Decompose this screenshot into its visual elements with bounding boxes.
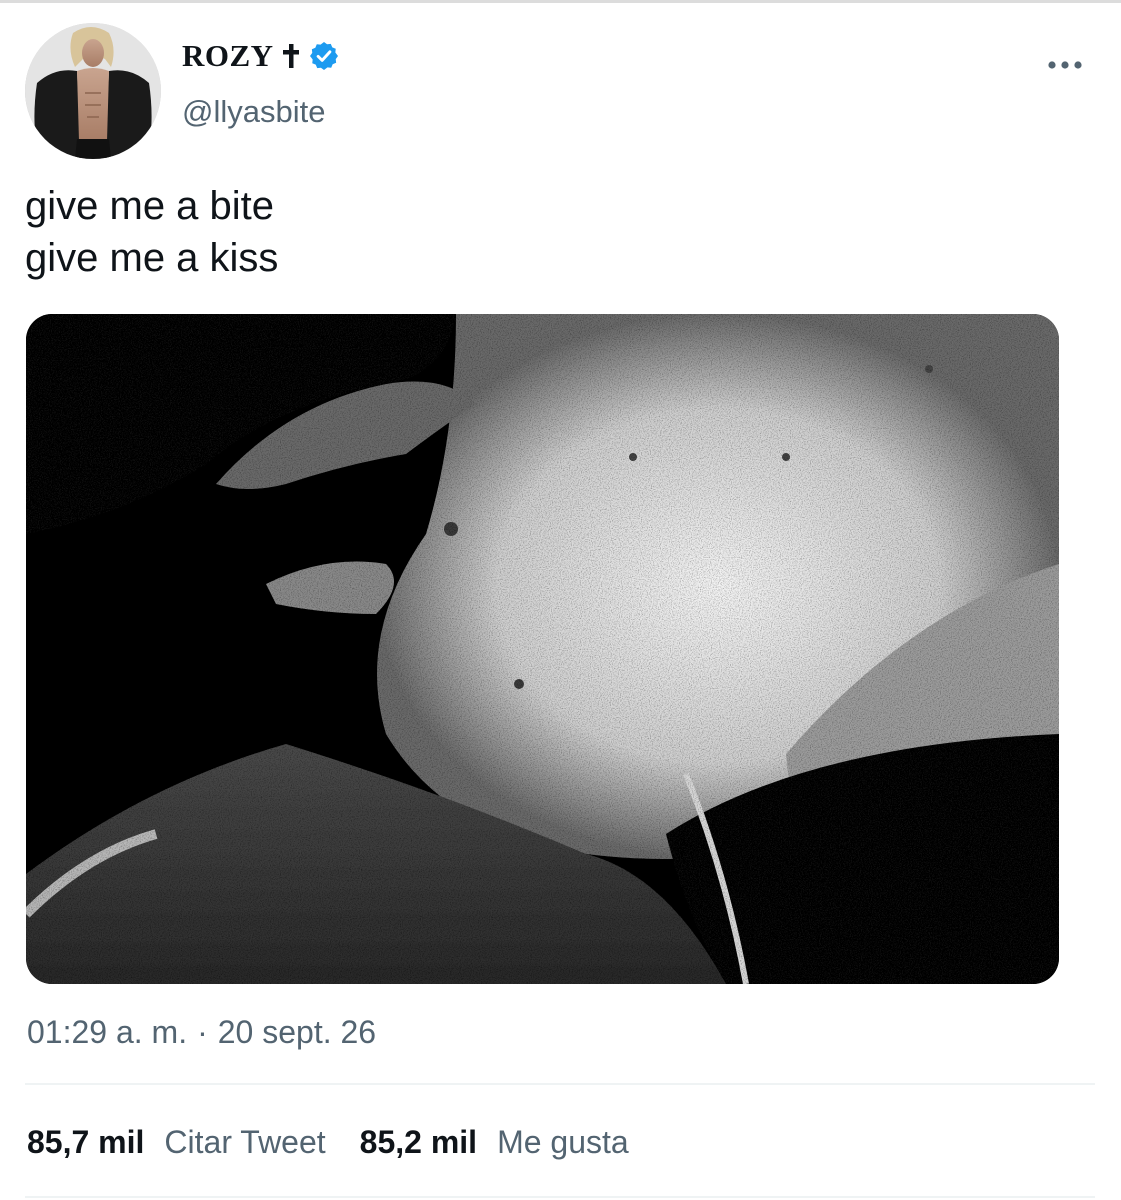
tweet-stats: 85,7 mil Citar Tweet 85,2 mil Me gusta [27,1124,629,1161]
author-name-row[interactable]: ROZY [182,34,340,78]
tweet-text: give me a bite give me a kiss [25,180,278,284]
tweet-media-image[interactable] [26,314,1059,984]
quote-tweets-count: 85,7 mil [27,1124,145,1160]
tweet-text-line: give me a kiss [25,236,279,280]
quote-tweets-label: Citar Tweet [164,1124,326,1160]
tweet-timestamp[interactable]: 01:29 a. m. · 20 sept. 26 [27,1014,376,1051]
likes-stat[interactable]: 85,2 mil Me gusta [360,1124,629,1161]
likes-count: 85,2 mil [359,1124,478,1160]
likes-label: Me gusta [497,1124,629,1160]
tweet-time[interactable]: 01:29 a. m. [27,1014,187,1051]
divider [25,1196,1095,1198]
latin-cross-icon [282,43,300,69]
top-border [0,0,1121,3]
display-name[interactable]: ROZY [182,38,274,74]
avatar[interactable] [25,23,161,159]
divider [25,1083,1095,1085]
more-options-button[interactable] [1040,50,1090,80]
verified-badge-icon [308,40,340,72]
tweet-text-line: give me a bite [25,184,275,228]
avatar-photo [25,23,161,159]
quote-tweets-stat[interactable]: 85,7 mil Citar Tweet [27,1124,326,1161]
ellipsis-icon [1048,61,1082,69]
timestamp-separator: · [197,1014,208,1050]
media-photo [26,314,1059,984]
tweet-date[interactable]: 20 sept. 26 [218,1014,376,1051]
user-handle[interactable]: @llyasbite [182,94,325,130]
